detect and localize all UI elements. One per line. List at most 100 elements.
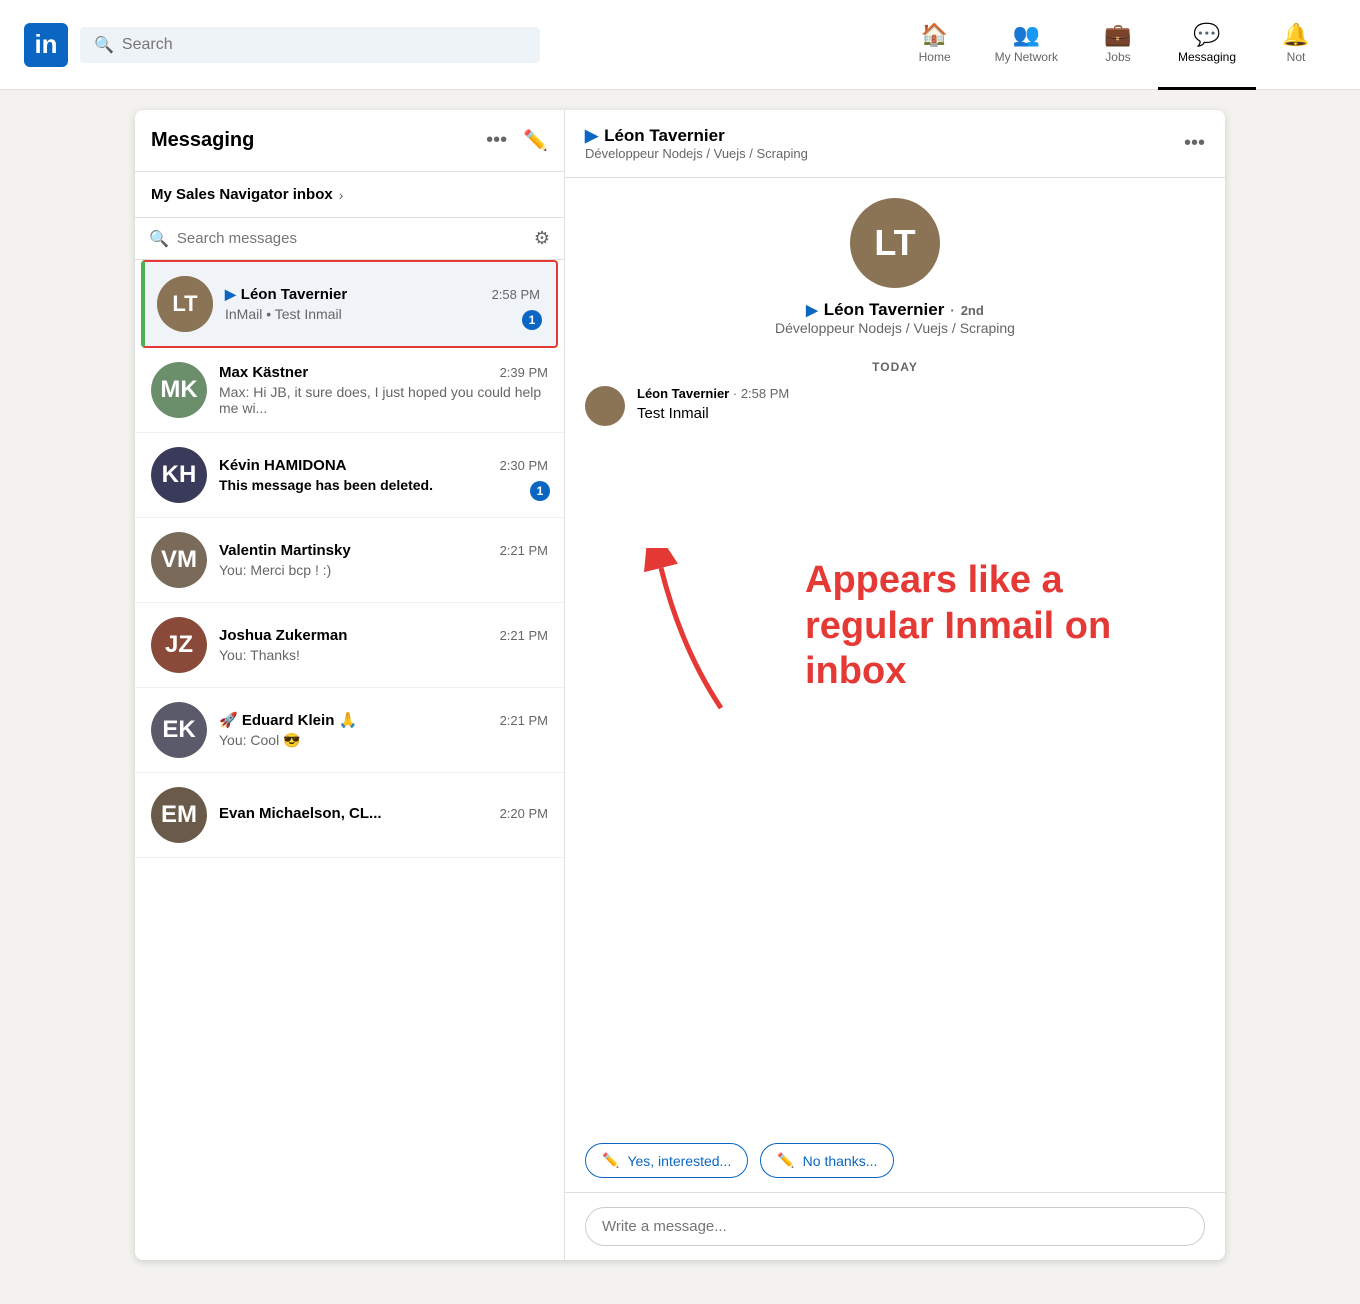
nav-item-jobs[interactable]: 💼 Jobs bbox=[1078, 0, 1158, 90]
badge-kevin: 1 bbox=[530, 481, 550, 501]
avatar-joshua: JZ bbox=[151, 617, 207, 673]
linkedin-logo[interactable]: in bbox=[24, 23, 68, 67]
msg-name-max: Max Kästner bbox=[219, 364, 308, 381]
msg-name-kevin: Kévin HAMIDONA bbox=[219, 457, 347, 474]
more-options-icon[interactable]: ••• bbox=[486, 129, 507, 152]
chat-inmail-icon: ▶ bbox=[585, 126, 598, 146]
message-row: Léon Tavernier · 2:58 PM Test Inmail bbox=[585, 386, 1205, 426]
msg-name-eduard: 🚀 Eduard Klein 🙏 bbox=[219, 711, 357, 729]
avatar-max: MK bbox=[151, 362, 207, 418]
chat-body: LT ▶ Léon Tavernier · 2nd Développeur No… bbox=[565, 178, 1225, 1133]
msg-content-eduard: 🚀 Eduard Klein 🙏 2:21 PM You: Cool 😎 bbox=[219, 711, 548, 749]
msg-preview-joshua: You: Thanks! bbox=[219, 647, 548, 663]
chat-name: ▶ Léon Tavernier bbox=[585, 126, 1184, 146]
home-icon: 🏠 bbox=[921, 22, 948, 48]
search-input[interactable] bbox=[122, 36, 526, 54]
chevron-right-icon: › bbox=[339, 187, 344, 203]
msg-time-kevin: 2:30 PM bbox=[500, 458, 548, 473]
search-bar[interactable]: 🔍 bbox=[80, 27, 540, 63]
search-messages-icon: 🔍 bbox=[149, 229, 169, 249]
messaging-title: Messaging bbox=[151, 129, 486, 152]
profile-desc: Développeur Nodejs / Vuejs / Scraping bbox=[775, 320, 1015, 336]
msg-time-valentin: 2:21 PM bbox=[500, 543, 548, 558]
nav-item-home[interactable]: 🏠 Home bbox=[895, 0, 975, 90]
msg-time-evan: 2:20 PM bbox=[500, 806, 548, 821]
right-panel: ▶ Léon Tavernier Développeur Nodejs / Vu… bbox=[565, 110, 1225, 1260]
arrow-annotation bbox=[621, 548, 741, 733]
msg-name-leon: ▶ Léon Tavernier bbox=[225, 286, 347, 303]
msg-name-valentin: Valentin Martinsky bbox=[219, 542, 351, 559]
msg-time-max: 2:39 PM bbox=[500, 365, 548, 380]
main-content: Messaging ••• ✏️ My Sales Navigator inbo… bbox=[0, 90, 1360, 1280]
msg-time-joshua: 2:21 PM bbox=[500, 628, 548, 643]
bubble-sender-time: Léon Tavernier · 2:58 PM bbox=[637, 386, 789, 401]
conversation-item-joshua[interactable]: JZ Joshua Zukerman 2:21 PM You: Thanks! bbox=[135, 603, 564, 688]
msg-content-max: Max Kästner 2:39 PM Max: Hi JB, it sure … bbox=[219, 364, 548, 416]
profile-inmail-icon: ▶ bbox=[806, 301, 818, 319]
bubble-avatar bbox=[585, 386, 625, 426]
bubble-content: Léon Tavernier · 2:58 PM Test Inmail bbox=[637, 386, 789, 422]
messaging-icon: 💬 bbox=[1193, 22, 1220, 48]
conversation-item-evan[interactable]: EM Evan Michaelson, CL... 2:20 PM bbox=[135, 773, 564, 858]
msg-top-row: ▶ Léon Tavernier 2:58 PM bbox=[225, 286, 540, 303]
conversation-item-kevin[interactable]: KH Kévin HAMIDONA 2:30 PM This message h… bbox=[135, 433, 564, 518]
annotation-text: Appears like a regular Inmail on inbox bbox=[805, 558, 1185, 695]
msg-content-joshua: Joshua Zukerman 2:21 PM You: Thanks! bbox=[219, 627, 548, 663]
chat-more-options-icon[interactable]: ••• bbox=[1184, 132, 1205, 155]
compose-icon[interactable]: ✏️ bbox=[523, 128, 548, 153]
badge-leon: 1 bbox=[522, 310, 542, 330]
msg-preview-kevin: This message has been deleted. bbox=[219, 477, 548, 493]
avatar-kevin: KH bbox=[151, 447, 207, 503]
bubble-text: Test Inmail bbox=[637, 405, 789, 422]
sales-nav-text: My Sales Navigator inbox bbox=[151, 186, 333, 203]
nav-item-messaging[interactable]: 💬 Messaging bbox=[1158, 0, 1256, 90]
profile-avatar: LT bbox=[850, 198, 940, 288]
conversation-item-eduard[interactable]: EK 🚀 Eduard Klein 🙏 2:21 PM You: Cool 😎 bbox=[135, 688, 564, 773]
msg-content-kevin: Kévin HAMIDONA 2:30 PM This message has … bbox=[219, 457, 548, 493]
reply-bar bbox=[565, 1192, 1225, 1260]
msg-time-eduard: 2:21 PM bbox=[500, 713, 548, 728]
conversation-item-valentin[interactable]: VM Valentin Martinsky 2:21 PM You: Merci… bbox=[135, 518, 564, 603]
day-separator: TODAY bbox=[585, 360, 1205, 374]
jobs-icon: 💼 bbox=[1104, 22, 1131, 48]
msg-time-leon: 2:58 PM bbox=[492, 287, 540, 302]
avatar-evan: EM bbox=[151, 787, 207, 843]
quick-reply-no[interactable]: ✏️ No thanks... bbox=[760, 1143, 894, 1178]
conversation-item-max[interactable]: MK Max Kästner 2:39 PM Max: Hi JB, it su… bbox=[135, 348, 564, 433]
nav-item-my-network[interactable]: 👥 My Network bbox=[975, 0, 1078, 90]
search-messages-bar: 🔍 ⚙ bbox=[135, 218, 564, 260]
filter-icon[interactable]: ⚙ bbox=[534, 228, 550, 249]
profile-name: ▶ Léon Tavernier · 2nd bbox=[806, 300, 984, 320]
chat-header: ▶ Léon Tavernier Développeur Nodejs / Vu… bbox=[565, 110, 1225, 178]
inmail-icon: ▶ bbox=[225, 286, 236, 303]
chat-header-info: ▶ Léon Tavernier Développeur Nodejs / Vu… bbox=[585, 126, 1184, 161]
header-icons: ••• ✏️ bbox=[486, 128, 548, 153]
quick-reply-yes[interactable]: ✏️ Yes, interested... bbox=[585, 1143, 748, 1178]
conversation-item-leon[interactable]: LT ▶ Léon Tavernier 2:58 PM InMail • Tes… bbox=[141, 260, 558, 348]
avatar-leon: LT bbox=[157, 276, 213, 332]
msg-preview-leon: InMail • Test Inmail bbox=[225, 306, 540, 322]
search-icon: 🔍 bbox=[94, 35, 114, 55]
search-messages-input[interactable] bbox=[177, 230, 526, 247]
msg-preview-eduard: You: Cool 😎 bbox=[219, 732, 548, 749]
left-panel: Messaging ••• ✏️ My Sales Navigator inbo… bbox=[135, 110, 565, 1260]
bubble-time: 2:58 PM bbox=[741, 386, 789, 401]
nav-items: 🏠 Home 👥 My Network 💼 Jobs 💬 Messaging 🔔… bbox=[895, 0, 1336, 90]
sales-nav-bar[interactable]: My Sales Navigator inbox › bbox=[135, 172, 564, 218]
avatar-valentin: VM bbox=[151, 532, 207, 588]
msg-preview-valentin: You: Merci bcp ! :) bbox=[219, 562, 548, 578]
nav-item-notifications[interactable]: 🔔 Not bbox=[1256, 0, 1336, 90]
avatar-eduard: EK bbox=[151, 702, 207, 758]
my-network-icon: 👥 bbox=[1013, 22, 1040, 48]
top-nav: in 🔍 🏠 Home 👥 My Network 💼 Jobs 💬 Messag… bbox=[0, 0, 1360, 90]
left-panel-header: Messaging ••• ✏️ bbox=[135, 110, 564, 172]
notification-icon: 🔔 bbox=[1282, 22, 1309, 48]
msg-name-joshua: Joshua Zukerman bbox=[219, 627, 347, 644]
msg-content-valentin: Valentin Martinsky 2:21 PM You: Merci bc… bbox=[219, 542, 548, 578]
pencil-icon-yes: ✏️ bbox=[602, 1152, 619, 1169]
profile-card: LT ▶ Léon Tavernier · 2nd Développeur No… bbox=[585, 198, 1205, 336]
contact-degree: 2nd bbox=[961, 303, 984, 318]
msg-content-leon: ▶ Léon Tavernier 2:58 PM InMail • Test I… bbox=[225, 286, 540, 322]
bubble-sender-name: Léon Tavernier bbox=[637, 386, 729, 401]
reply-input[interactable] bbox=[585, 1207, 1205, 1246]
